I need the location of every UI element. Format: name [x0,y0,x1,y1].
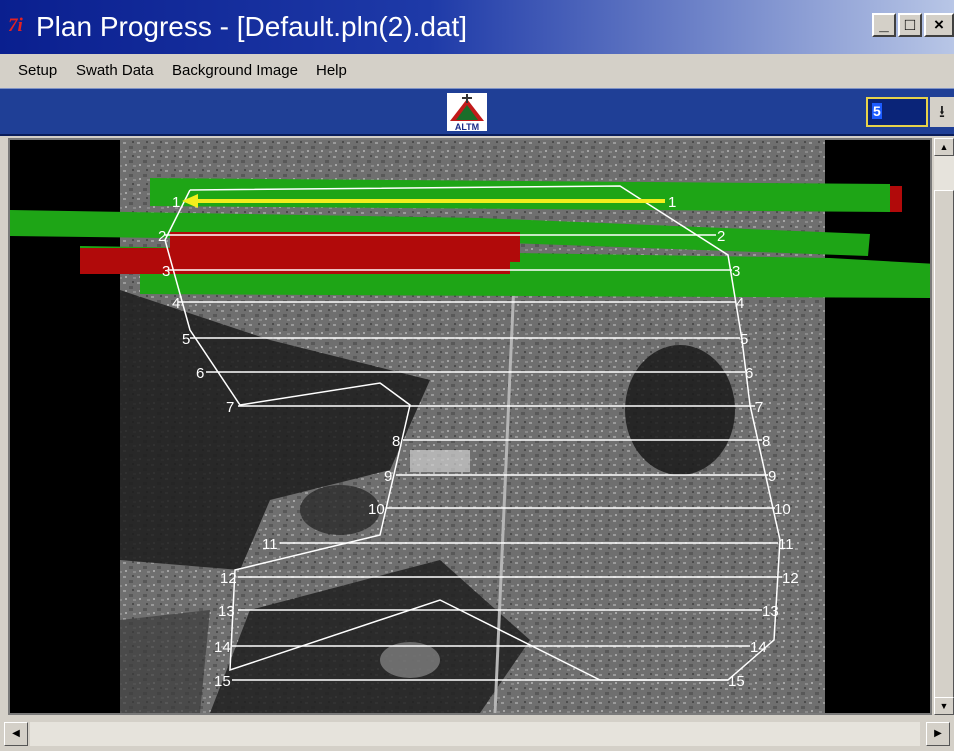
line-label-14-right: 14 [750,639,767,656]
line-label-10-right: 10 [774,501,791,518]
window-title: Plan Progress - [Default.pln(2).dat] [36,11,468,42]
line-label-13-right: 13 [762,603,779,620]
line-label-2-right: 2 [717,228,725,245]
menu-help[interactable]: Help [316,62,347,79]
coastline-area [120,610,210,713]
line-label-9-right: 9 [768,468,776,485]
download-icon: ⭳ [939,102,945,121]
line-label-1-right: 1 [668,194,676,211]
scroll-down-button[interactable]: ▼ [934,697,954,715]
line-label-15-right: 15 [728,673,745,690]
line-label-8-right: 8 [762,433,770,450]
maximize-button[interactable]: □ [898,13,922,37]
arrow-right-icon: ▶ [934,728,942,739]
download-button[interactable]: ⭳ [930,97,954,127]
line-label-7-left: 7 [226,399,234,416]
line-label-5-right: 5 [740,331,748,348]
arrow-left-icon: ◀ [12,728,20,739]
altm-logo-icon: ALTM [447,93,487,131]
line-label-13-left: 13 [218,603,235,620]
toolbar: ALTM 5 ⭳ [0,88,954,136]
line-label-4-left: 4 [172,295,180,312]
horizontal-scroll-track[interactable] [30,722,920,746]
menu-background-image[interactable]: Background Image [172,62,298,79]
line-label-12-left: 12 [220,570,237,587]
line-label-8-left: 8 [392,433,400,450]
vertical-scrollbar[interactable]: ▲ ▼ [934,138,954,715]
close-button[interactable]: × [924,13,954,37]
line-label-11-right: 11 [778,536,794,553]
line-label-5-left: 5 [182,331,190,348]
line-label-2-left: 2 [158,228,166,245]
line-label-9-left: 9 [384,468,392,485]
line-label-14-left: 14 [214,639,231,656]
line-number-value: 5 [872,103,882,119]
line-label-3-left: 3 [162,263,170,280]
island [380,642,440,678]
lake [625,345,735,475]
line-label-11-left: 11 [262,536,278,553]
line-label-1-left: 1 [172,194,180,211]
menu-swath-data[interactable]: Swath Data [76,62,154,79]
horizontal-scrollbar[interactable]: ◀ ▶ [0,719,954,751]
title-bar: 7i Plan Progress - [Default.pln(2).dat] … [0,0,954,54]
line-label-4-right: 4 [736,295,744,312]
menu-bar: Setup Swath Data Background Image Help [0,54,954,88]
map-canvas: 1 1 2 2 3 3 4 4 5 5 6 6 7 7 8 8 9 9 10 1… [10,140,930,713]
line-label-12-right: 12 [782,570,799,587]
vertical-scroll-thumb[interactable] [934,190,954,710]
line-label-3-right: 3 [732,263,740,280]
line-label-7-right: 7 [755,399,763,416]
map-view[interactable]: 1 1 2 2 3 3 4 4 5 5 6 6 7 7 8 8 9 9 10 1… [8,138,932,715]
scroll-up-button[interactable]: ▲ [934,138,954,156]
minimize-button[interactable]: _ [872,13,896,37]
line-number-field[interactable]: 5 [866,97,928,127]
app-logo-icon: 7i [8,15,23,36]
arrow-down-icon: ▼ [939,701,949,711]
line-label-6-right: 6 [745,365,753,382]
building-block [410,450,470,472]
scroll-left-button[interactable]: ◀ [4,722,28,746]
swath-line-1 [150,178,890,212]
scroll-right-button[interactable]: ▶ [926,722,950,746]
line-label-10-left: 10 [368,501,385,518]
line-label-15-left: 15 [214,673,231,690]
error-swath-end [890,186,902,212]
arrow-up-icon: ▲ [939,142,949,152]
menu-setup[interactable]: Setup [18,62,57,79]
logo-text: ALTM [455,122,479,131]
line-label-6-left: 6 [196,365,204,382]
